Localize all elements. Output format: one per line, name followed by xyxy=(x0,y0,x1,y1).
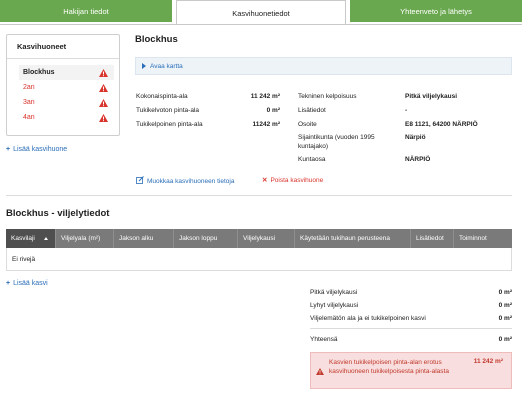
total-area-value: 11 242 m² xyxy=(250,93,280,100)
summary-row-total: Yhteensä 0 m² xyxy=(310,336,512,343)
district-label: Kuntaosa xyxy=(298,156,326,163)
warning-icon xyxy=(99,83,108,92)
column-header-additional-info[interactable]: Lisätiedot xyxy=(411,229,454,248)
add-greenhouse-link[interactable]: + Lisää kasvihuone xyxy=(6,146,67,153)
empty-table-text: Ei rivejä xyxy=(12,255,36,263)
column-header-area[interactable]: Viljelyala (m²) xyxy=(56,229,114,248)
column-header-basis-for-support[interactable]: Käytetään tukihaun perusteena xyxy=(295,229,411,248)
ineligible-area-value: 0 m² xyxy=(266,107,280,114)
column-header-period-end[interactable]: Jakson loppu xyxy=(174,229,238,248)
close-icon: ✕ xyxy=(262,177,268,184)
sidebar-item-4an[interactable]: 4an xyxy=(19,110,114,125)
ineligible-area-label: Tukikelvoton pinta-ala xyxy=(136,107,199,114)
municipality-label: Sijaintikunta (vuoden 1995 kuntajako) xyxy=(298,134,375,150)
summary-value: 0 m² xyxy=(498,289,512,296)
tab-summary-submit[interactable]: Yhteenveto ja lähetys xyxy=(350,0,522,22)
sidebar-item-3an[interactable]: 3an xyxy=(19,95,114,110)
cultivation-table-header: Kasvilaji Viljelyala (m²) Jakson alku Ja… xyxy=(6,229,512,248)
additional-info-value: - xyxy=(405,107,408,114)
edit-greenhouse-label: Muokkaa kasvihuoneen tietoja xyxy=(147,177,235,185)
greenhouse-title: Blockhus xyxy=(135,34,178,45)
summary-label: Lyhyt viljelykausi xyxy=(310,302,359,309)
address-value: E8 1121, 64200 NÄRPIÖ xyxy=(405,121,478,128)
add-greenhouse-label: Lisää kasvihuone xyxy=(13,146,68,153)
warning-icon xyxy=(99,68,108,77)
delete-greenhouse-button[interactable]: ✕ Poista kasvihuone xyxy=(262,176,324,185)
column-label: Kasvilaji xyxy=(11,235,35,242)
plus-icon: + xyxy=(6,146,11,153)
eligible-area-label: Tukikelpoinen pinta-ala xyxy=(136,121,203,128)
column-header-period-start[interactable]: Jakson alku xyxy=(114,229,174,248)
alert-text: Kasvien tukikelpoisen pinta-alan erotus … xyxy=(329,359,449,375)
column-header-season[interactable]: Viljelykausi xyxy=(238,229,295,248)
area-difference-alert: Kasvien tukikelpoisen pinta-alan erotus … xyxy=(310,352,512,389)
additional-info-label: Lisätiedot xyxy=(298,107,326,114)
edit-icon xyxy=(136,176,144,186)
warning-icon xyxy=(316,368,324,377)
greenhouse-list-title: Kasvihuoneet xyxy=(7,35,119,59)
add-plant-label: Lisää kasvi xyxy=(13,280,48,287)
summary-label: Viljelemätön ala ja ei tukikelpoinen kas… xyxy=(310,315,426,322)
column-header-plant-species[interactable]: Kasvilaji xyxy=(6,229,56,248)
warning-icon xyxy=(99,113,108,122)
cultivation-title: Blockhus - viljelytiedot xyxy=(6,208,110,219)
edit-greenhouse-button[interactable]: Muokkaa kasvihuoneen tietoja xyxy=(136,176,234,186)
empty-table-row: Ei rivejä xyxy=(6,248,512,271)
tab-divider xyxy=(0,24,522,25)
sidebar-item-label: 3an xyxy=(23,99,35,106)
open-map-label: Avaa kartta xyxy=(150,62,183,70)
sidebar-item-label: 2an xyxy=(23,84,35,91)
warning-icon xyxy=(99,98,108,107)
summary-total-value: 0 m² xyxy=(498,336,512,343)
technical-eligibility-value: Pitkä viljelykausi xyxy=(405,93,458,100)
alert-value: 11 242 m² xyxy=(473,358,503,365)
tab-greenhouse-info[interactable]: Kasvihuonetiedot xyxy=(176,0,346,25)
summary-row-short-season: Lyhyt viljelykausi 0 m² xyxy=(310,302,512,309)
delete-greenhouse-label: Poista kasvihuone xyxy=(270,176,324,184)
summary-total-label: Yhteensä xyxy=(310,336,338,343)
greenhouse-list-panel: Kasvihuoneet Blockhus 2an 3an 4an xyxy=(6,34,120,136)
summary-value: 0 m² xyxy=(498,315,512,322)
municipality-value: Närpiö xyxy=(405,134,426,141)
caret-right-icon xyxy=(142,63,146,69)
sidebar-item-2an[interactable]: 2an xyxy=(19,80,114,95)
summary-row-uncultivated: Viljelemätön ala ja ei tukikelpoinen kas… xyxy=(310,315,512,322)
tab-applicant-info[interactable]: Hakijan tiedot xyxy=(0,0,172,22)
eligible-area-value: 11242 m² xyxy=(252,121,280,128)
summary-label: Pitkä viljelykausi xyxy=(310,289,358,296)
sidebar-item-blockhus[interactable]: Blockhus xyxy=(19,65,114,80)
column-header-actions: Toiminnot xyxy=(459,235,487,242)
add-plant-link[interactable]: + Lisää kasvi xyxy=(6,280,48,287)
technical-eligibility-label: Tekninen kelpoisuus xyxy=(298,93,357,100)
total-area-label: Kokonaispinta-ala xyxy=(136,93,188,100)
sidebar-item-label: Blockhus xyxy=(23,69,55,76)
address-label: Osoite xyxy=(298,121,317,128)
summary-divider xyxy=(310,328,512,329)
summary-value: 0 m² xyxy=(498,302,512,309)
step-tabs: Hakijan tiedot Kasvihuonetiedot Yhteenve… xyxy=(0,0,522,25)
district-value: NÄRPIÖ xyxy=(405,156,431,163)
section-divider xyxy=(6,195,512,196)
open-map-toggle[interactable]: Avaa kartta xyxy=(135,57,512,75)
plus-icon: + xyxy=(6,280,11,287)
summary-row-long-season: Pitkä viljelykausi 0 m² xyxy=(310,289,512,296)
sidebar-item-label: 4an xyxy=(23,114,35,121)
sort-asc-icon xyxy=(43,237,48,240)
